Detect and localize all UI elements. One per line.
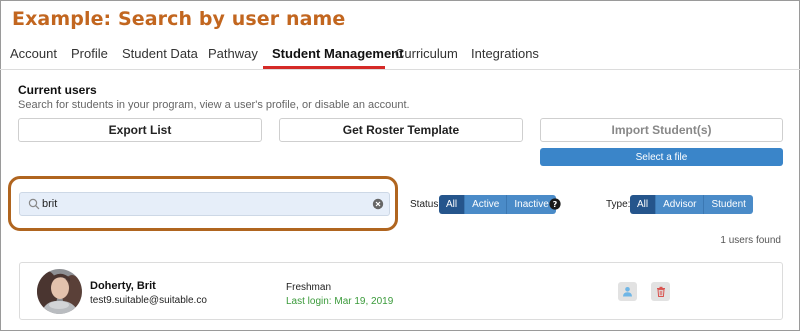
- export-list-button[interactable]: Export List: [18, 118, 262, 142]
- avatar: [37, 269, 82, 314]
- search-input[interactable]: [42, 196, 362, 212]
- type-filter: All Advisor Student: [630, 195, 753, 214]
- tab-bar: Account Profile Student Data Pathway Stu…: [0, 40, 800, 70]
- users-found-count: 1 users found: [720, 235, 781, 246]
- status-filter-label: Status:: [410, 199, 442, 210]
- section-description: Search for students in your program, vie…: [18, 99, 410, 111]
- user-email: test9.suitable@suitable.co: [90, 295, 207, 306]
- active-tab-indicator: [263, 66, 385, 69]
- status-all-button[interactable]: All: [439, 195, 466, 214]
- tab-curriculum[interactable]: Curriculum: [395, 46, 458, 61]
- status-active-button[interactable]: Active: [465, 195, 508, 214]
- search-box: [19, 192, 390, 216]
- user-grade: Freshman: [286, 282, 332, 293]
- tab-pathway[interactable]: Pathway: [208, 46, 258, 61]
- delete-user-button[interactable]: [651, 282, 670, 301]
- type-filter-label: Type:: [606, 199, 631, 210]
- trash-icon: [656, 286, 665, 297]
- tab-account[interactable]: Account: [10, 46, 57, 61]
- status-filter: All Active Inactive: [439, 195, 556, 214]
- type-all-button[interactable]: All: [630, 195, 657, 214]
- type-student-button[interactable]: Student: [704, 195, 753, 214]
- section-title: Current users: [18, 83, 97, 97]
- banner-title: Example: Search by user name: [12, 8, 346, 30]
- type-advisor-button[interactable]: Advisor: [656, 195, 705, 214]
- user-name[interactable]: Doherty, Brit: [90, 280, 156, 292]
- help-icon[interactable]: ?: [549, 198, 561, 210]
- user-last-login: Last login: Mar 19, 2019: [286, 296, 394, 307]
- tab-profile[interactable]: Profile: [71, 46, 108, 61]
- user-card: Doherty, Brit test9.suitable@suitable.co…: [19, 262, 783, 320]
- get-roster-template-button[interactable]: Get Roster Template: [279, 118, 523, 142]
- svg-text:?: ?: [553, 200, 558, 209]
- select-file-button[interactable]: Select a file: [540, 148, 783, 166]
- user-icon: [623, 287, 632, 297]
- tab-integrations[interactable]: Integrations: [471, 46, 539, 61]
- tab-student-data[interactable]: Student Data: [122, 46, 198, 61]
- view-profile-button[interactable]: [618, 282, 637, 301]
- clear-icon[interactable]: [372, 198, 384, 210]
- import-students-button[interactable]: Import Student(s): [540, 118, 783, 142]
- search-icon: [28, 198, 40, 210]
- tab-student-management[interactable]: Student Management: [272, 46, 403, 61]
